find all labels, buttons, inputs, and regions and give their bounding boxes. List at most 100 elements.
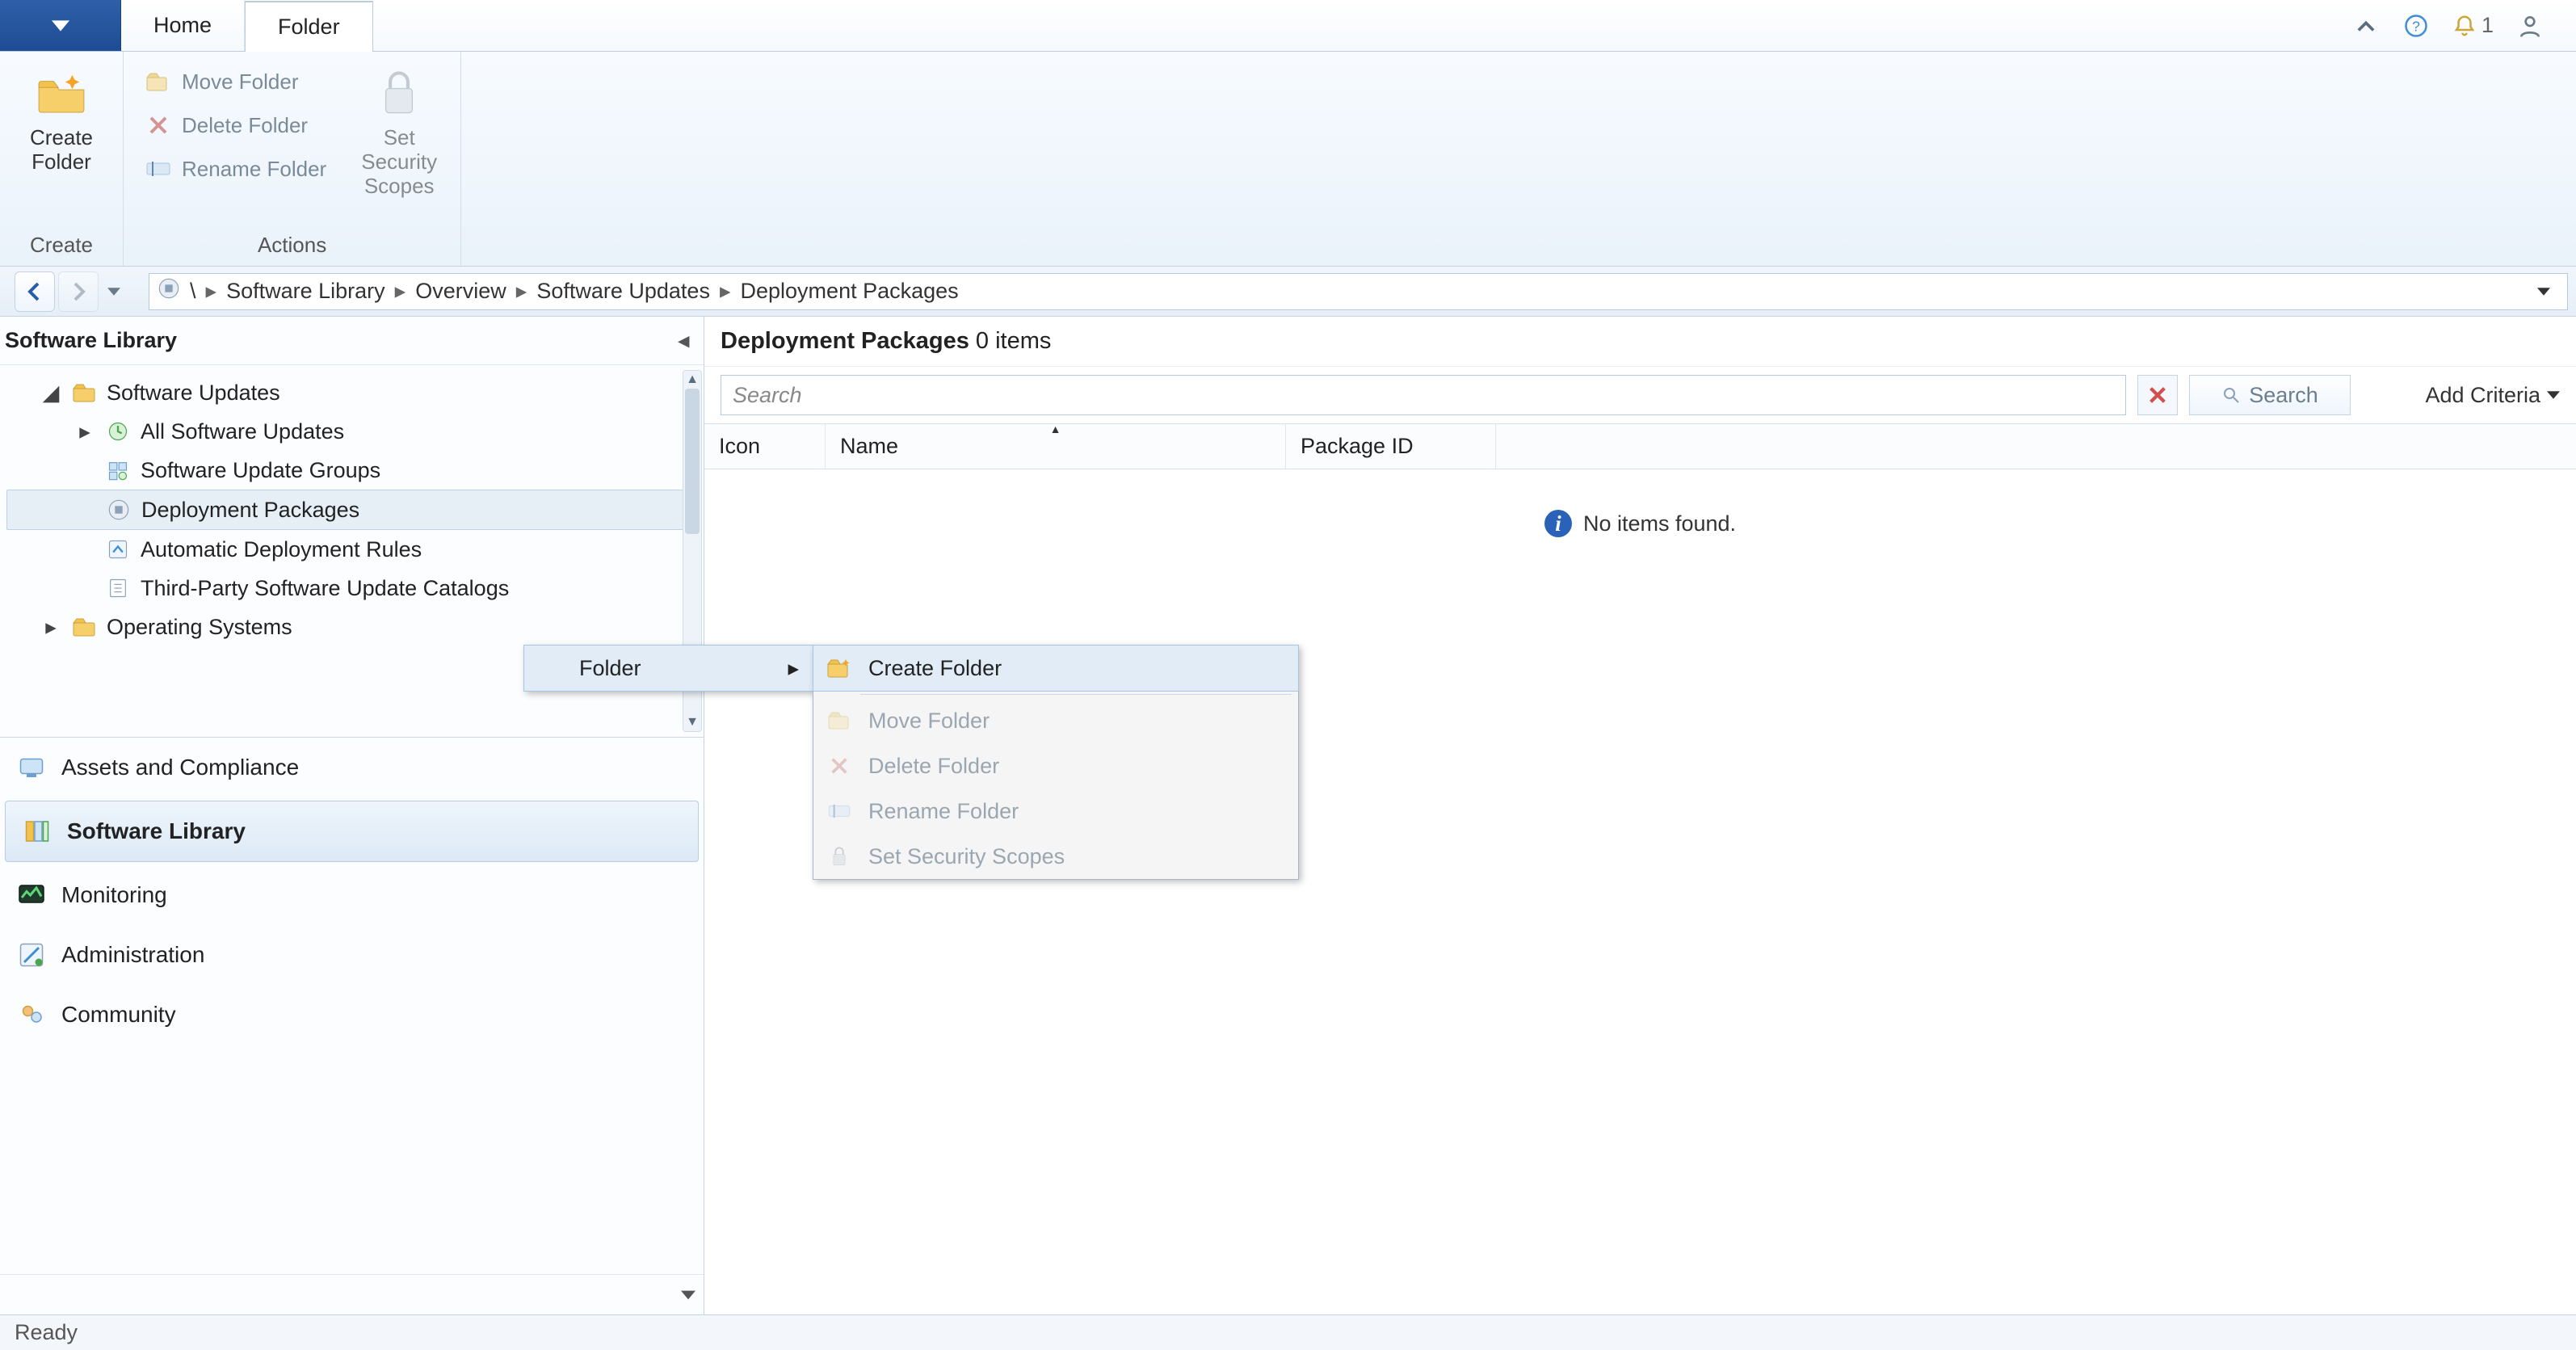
tab-folder[interactable]: Folder bbox=[245, 1, 373, 52]
tree-node-third-party[interactable]: Third-Party Software Update Catalogs bbox=[6, 569, 697, 608]
wunderbar-administration[interactable]: Administration bbox=[0, 925, 704, 985]
context-item-create-folder[interactable]: Create Folder bbox=[813, 645, 1299, 692]
tree-label: Operating Systems bbox=[107, 615, 292, 640]
monitoring-icon bbox=[15, 878, 48, 912]
rename-folder-label: Rename Folder bbox=[182, 157, 326, 182]
tree-node-operating-systems[interactable]: ▸ Operating Systems bbox=[6, 608, 697, 646]
breadcrumb-item[interactable]: Deployment Packages bbox=[741, 279, 959, 304]
move-folder-icon bbox=[825, 706, 854, 735]
search-icon bbox=[2221, 385, 2241, 405]
scroll-down-icon[interactable]: ▼ bbox=[684, 713, 700, 731]
wunderbar-community[interactable]: Community bbox=[0, 985, 704, 1045]
adr-icon bbox=[105, 536, 131, 562]
library-icon bbox=[20, 814, 54, 848]
create-folder-label: Create Folder bbox=[30, 126, 93, 175]
sort-ascending-icon: ▲ bbox=[1050, 423, 1061, 435]
breadcrumb-item[interactable]: Software Library bbox=[226, 279, 385, 304]
wunderbar-assets[interactable]: Assets and Compliance bbox=[0, 738, 704, 797]
tree-node-all-updates[interactable]: ▸ All Software Updates bbox=[6, 412, 697, 451]
notifications-button[interactable]: 1 bbox=[2452, 13, 2494, 38]
empty-text: No items found. bbox=[1583, 511, 1736, 536]
navigation-pane: Software Library ◂ ◢ Software Updates ▸ … bbox=[0, 317, 704, 1314]
scroll-up-icon[interactable]: ▲ bbox=[684, 371, 700, 389]
tree-node-deployment-packages[interactable]: Deployment Packages bbox=[6, 490, 697, 530]
chevron-down-icon bbox=[2537, 288, 2550, 296]
chevron-up-icon[interactable] bbox=[2352, 12, 2380, 40]
delete-icon bbox=[145, 111, 172, 139]
user-icon[interactable] bbox=[2516, 12, 2544, 40]
expand-icon[interactable]: ▸ bbox=[74, 419, 95, 444]
search-input[interactable]: Search bbox=[721, 375, 2126, 415]
add-criteria-button[interactable]: Add Criteria bbox=[2425, 383, 2560, 408]
wunderbar-monitoring[interactable]: Monitoring bbox=[0, 865, 704, 925]
ribbon-group-create: Create Folder Create bbox=[0, 52, 124, 266]
context-submenu-folder: Create Folder Move Folder Delete Folder … bbox=[813, 645, 1299, 880]
collapse-icon[interactable]: ◢ bbox=[40, 381, 61, 406]
rename-icon bbox=[145, 155, 172, 183]
scrollbar-thumb[interactable] bbox=[685, 389, 700, 534]
chevron-right-icon: ▸ bbox=[720, 279, 731, 304]
search-button[interactable]: Search bbox=[2189, 375, 2351, 415]
nav-forward-button[interactable] bbox=[58, 271, 99, 312]
ribbon-group-label-create: Create bbox=[13, 229, 110, 263]
new-folder-icon bbox=[825, 654, 854, 683]
create-folder-button[interactable]: Create Folder bbox=[13, 58, 110, 181]
app-menu-button[interactable] bbox=[0, 0, 121, 51]
ribbon-tabstrip: Home Folder ? 1 bbox=[0, 0, 2576, 52]
clear-search-button[interactable] bbox=[2137, 375, 2178, 415]
set-security-scopes-button[interactable]: Set Security Scopes bbox=[351, 58, 448, 205]
wunderbar-software-library[interactable]: Software Library bbox=[5, 801, 699, 862]
context-item-folder[interactable]: Folder ▸ bbox=[523, 645, 814, 692]
nav-history-dropdown[interactable] bbox=[102, 271, 126, 312]
column-header-package-id[interactable]: Package ID bbox=[1286, 424, 1496, 469]
status-bar: Ready bbox=[0, 1314, 2576, 1350]
move-folder-button[interactable]: Move Folder bbox=[137, 63, 334, 100]
info-icon: i bbox=[1544, 510, 1572, 537]
ribbon-group-label-actions: Actions bbox=[137, 229, 448, 263]
arrow-right-icon bbox=[69, 282, 88, 301]
chevron-down-icon bbox=[107, 288, 120, 296]
catalog-icon bbox=[105, 575, 131, 601]
context-label: Create Folder bbox=[868, 656, 1002, 681]
community-icon bbox=[15, 998, 48, 1032]
chevron-right-icon: ▸ bbox=[788, 656, 799, 681]
status-text: Ready bbox=[15, 1320, 78, 1345]
breadcrumb-root[interactable]: \ bbox=[190, 279, 196, 304]
tree-label: Software Updates bbox=[107, 381, 280, 406]
delete-folder-button[interactable]: Delete Folder bbox=[137, 107, 334, 144]
chevron-down-icon bbox=[681, 1290, 695, 1300]
tab-home[interactable]: Home bbox=[121, 0, 245, 51]
nav-pane-header: Software Library ◂ bbox=[0, 317, 704, 365]
folder-icon bbox=[71, 380, 97, 406]
expand-icon[interactable]: ▸ bbox=[40, 615, 61, 640]
chevron-right-icon: ▸ bbox=[395, 279, 406, 304]
breadcrumb-item[interactable]: Overview bbox=[415, 279, 506, 304]
breadcrumb-item[interactable]: Software Updates bbox=[536, 279, 710, 304]
chevron-right-icon: ▸ bbox=[206, 279, 217, 304]
nav-back-button[interactable] bbox=[15, 271, 55, 312]
assets-icon bbox=[15, 751, 48, 784]
column-header-icon[interactable]: Icon bbox=[704, 424, 826, 469]
wunderbar-label: Monitoring bbox=[61, 882, 167, 908]
administration-icon bbox=[15, 938, 48, 972]
move-folder-icon bbox=[145, 68, 172, 95]
tree-node-software-updates[interactable]: ◢ Software Updates bbox=[6, 373, 697, 412]
context-label: Folder bbox=[579, 656, 641, 681]
collapse-pane-button[interactable]: ◂ bbox=[679, 328, 689, 353]
update-groups-icon bbox=[105, 457, 131, 483]
wunderbar: Assets and Compliance Software Library M… bbox=[0, 737, 704, 1314]
context-label: Delete Folder bbox=[868, 754, 999, 779]
tree-node-adr[interactable]: Automatic Deployment Rules bbox=[6, 530, 697, 569]
chevron-down-icon bbox=[52, 17, 69, 35]
wunderbar-expand-button[interactable] bbox=[0, 1274, 704, 1314]
ribbon-group-actions: Move Folder Delete Folder Rename Folder bbox=[124, 52, 461, 266]
breadcrumb-dropdown[interactable] bbox=[2528, 288, 2559, 296]
rename-folder-button[interactable]: Rename Folder bbox=[137, 150, 334, 187]
breadcrumb-box[interactable]: \ ▸ Software Library ▸ Overview ▸ Softwa… bbox=[149, 273, 2568, 310]
tree-node-update-groups[interactable]: Software Update Groups bbox=[6, 451, 697, 490]
search-row: Search Search Add Criteria bbox=[704, 367, 2576, 423]
search-button-label: Search bbox=[2249, 383, 2318, 408]
help-icon[interactable]: ? bbox=[2402, 12, 2430, 40]
content-title: Deployment Packages bbox=[721, 328, 969, 354]
column-header-name[interactable]: ▲ Name bbox=[826, 424, 1286, 469]
